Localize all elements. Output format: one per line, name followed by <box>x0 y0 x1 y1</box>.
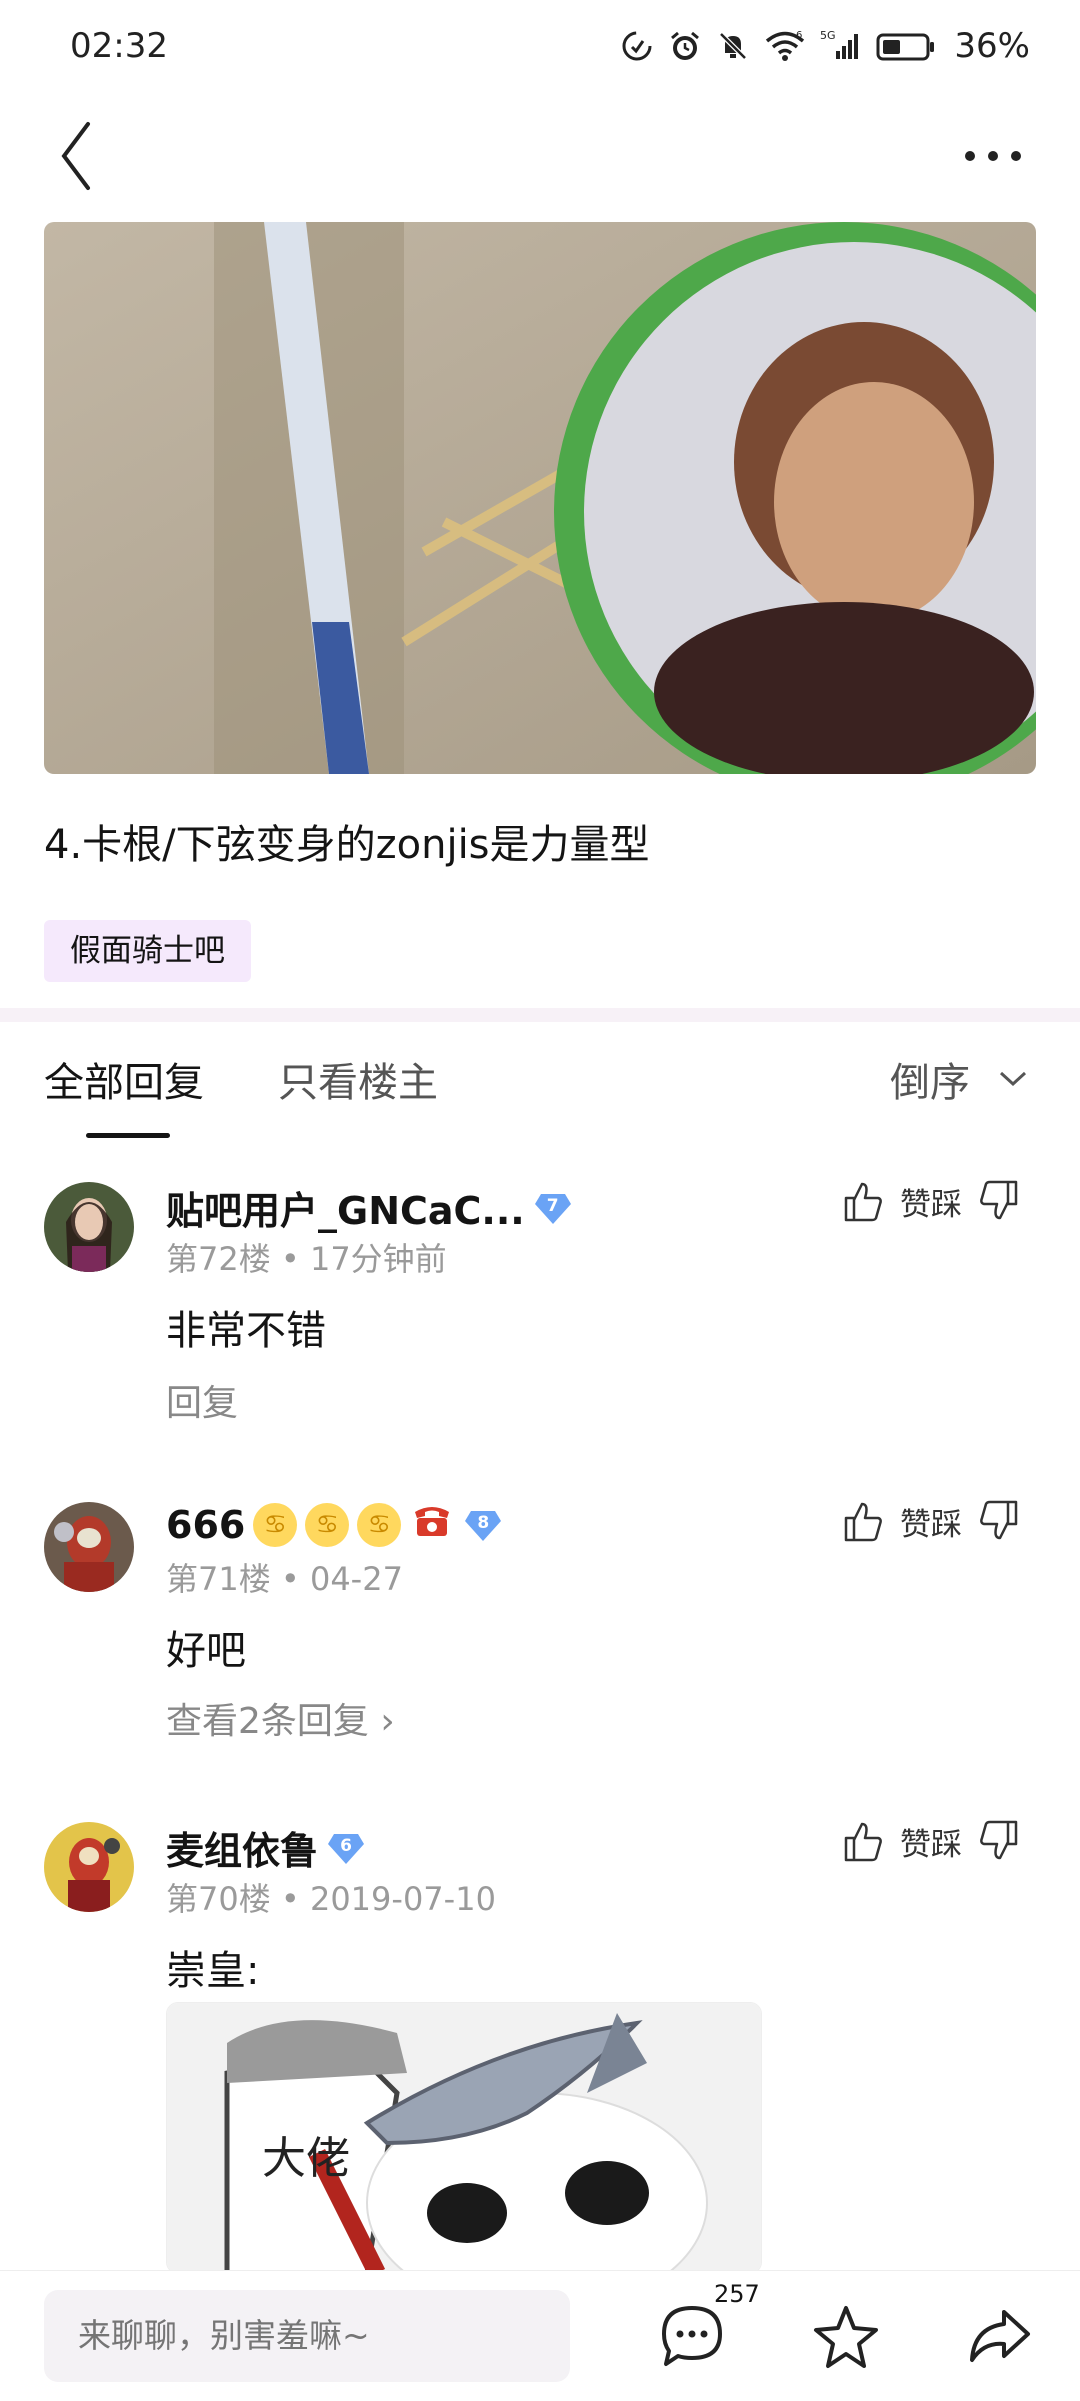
sort-label: 倒序 <box>890 1060 970 1106</box>
forum-tag[interactable]: 假面骑士吧 <box>44 920 251 982</box>
username[interactable]: 麦组依鲁 6 <box>166 1820 366 1875</box>
mute-icon <box>716 29 750 63</box>
sort-button[interactable]: 倒序 <box>890 1050 1028 1108</box>
comments-button[interactable] <box>656 2300 728 2372</box>
comment-count: 257 <box>714 2280 760 2308</box>
battery-icon <box>876 29 936 63</box>
cancer-emoji-icon: ♋ <box>357 1502 402 1547</box>
tab-all-replies[interactable]: 全部回复 <box>44 1050 204 1108</box>
username[interactable]: 贴吧用户_GNCaC... 7 <box>166 1180 573 1235</box>
reply-meta: 第72楼 • 17分钟前 <box>166 1240 447 1278</box>
signal-5g-icon: 5G <box>820 29 862 63</box>
reply-button[interactable]: 回复 <box>166 1374 238 1426</box>
reply-meta: 第70楼 • 2019-07-10 <box>166 1880 496 1918</box>
reply-content: 非常不错 <box>166 1308 326 1354</box>
status-icons: 6 5G 36% <box>620 26 1030 66</box>
section-divider <box>0 1008 1080 1022</box>
level-badge: 7 <box>533 1188 573 1228</box>
view-replies-link[interactable]: 查看2条回复 › <box>166 1692 395 1744</box>
reply-meta: 第71楼 • 04-27 <box>166 1560 403 1598</box>
svg-text:6: 6 <box>796 30 802 41</box>
reply-image[interactable]: 大佬 <box>166 2002 762 2274</box>
cancer-emoji-icon: ♋ <box>305 1502 350 1547</box>
thumbs-up-icon[interactable] <box>842 1178 884 1224</box>
vote-control: 赞踩 <box>842 1498 1020 1544</box>
reply-content: 崇皇: <box>166 1948 260 1994</box>
vote-control: 赞踩 <box>842 1818 1020 1864</box>
tab-owner-only[interactable]: 只看楼主 <box>278 1050 438 1108</box>
avatar[interactable] <box>44 1502 134 1592</box>
battery-text: 36% <box>954 26 1030 66</box>
more-button[interactable] <box>958 136 1028 176</box>
comment-input[interactable] <box>44 2290 570 2382</box>
cancer-emoji-icon: ♋ <box>253 1502 298 1547</box>
share-button[interactable] <box>964 2300 1036 2372</box>
alarm-icon <box>668 29 702 63</box>
thumbs-down-icon[interactable] <box>978 1178 1020 1224</box>
thumbs-up-icon[interactable] <box>842 1818 884 1864</box>
more-dots-icon <box>965 151 1021 161</box>
level-badge: 6 <box>326 1828 366 1868</box>
level-badge: 8 <box>463 1505 503 1545</box>
vote-label: 赞踩 <box>900 1826 962 1863</box>
avatar[interactable] <box>44 1822 134 1912</box>
vote-label: 赞踩 <box>900 1186 962 1223</box>
star-icon <box>814 2306 878 2368</box>
vote-control: 赞踩 <box>842 1178 1020 1224</box>
thumbs-down-icon[interactable] <box>978 1498 1020 1544</box>
comment-bubble-icon <box>662 2306 722 2366</box>
reply-image-text: 大佬 <box>262 2133 350 2184</box>
reply-content: 好吧 <box>166 1628 246 1674</box>
avatar[interactable] <box>44 1182 134 1272</box>
status-time: 02:32 <box>70 26 168 66</box>
share-arrow-icon <box>970 2310 1030 2362</box>
post-image[interactable] <box>44 222 1036 774</box>
chevron-left-icon <box>61 122 90 190</box>
username[interactable]: 666 ♋ ♋ ♋ 8 <box>166 1500 503 1549</box>
telephone-emoji-icon <box>409 1500 455 1549</box>
tab-active-indicator <box>86 1133 170 1138</box>
favorite-button[interactable] <box>810 2300 882 2372</box>
wifi-icon: 6 <box>764 29 806 63</box>
vote-label: 赞踩 <box>900 1506 962 1543</box>
thumbs-up-icon[interactable] <box>842 1498 884 1544</box>
chevron-down-icon <box>999 1071 1027 1087</box>
data-saver-icon <box>620 29 654 63</box>
svg-text:5G: 5G <box>820 29 836 42</box>
back-button[interactable] <box>54 118 114 194</box>
thumbs-down-icon[interactable] <box>978 1818 1020 1864</box>
post-text: 4.卡根/下弦变身的zonjis是力量型 <box>44 822 650 868</box>
status-bar: 02:32 6 5G 36% <box>0 0 1080 100</box>
